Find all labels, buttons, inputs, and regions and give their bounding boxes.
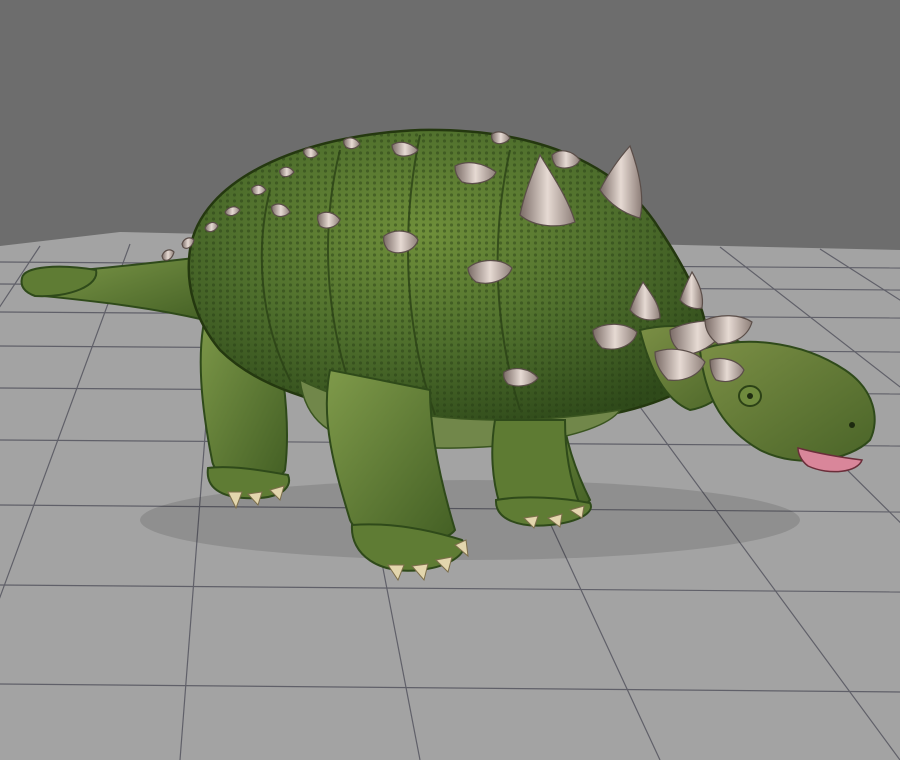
3d-viewport[interactable]: [0, 0, 900, 760]
viewport-scene: [0, 0, 900, 760]
eye-pupil: [747, 393, 753, 399]
nostril: [849, 422, 855, 428]
